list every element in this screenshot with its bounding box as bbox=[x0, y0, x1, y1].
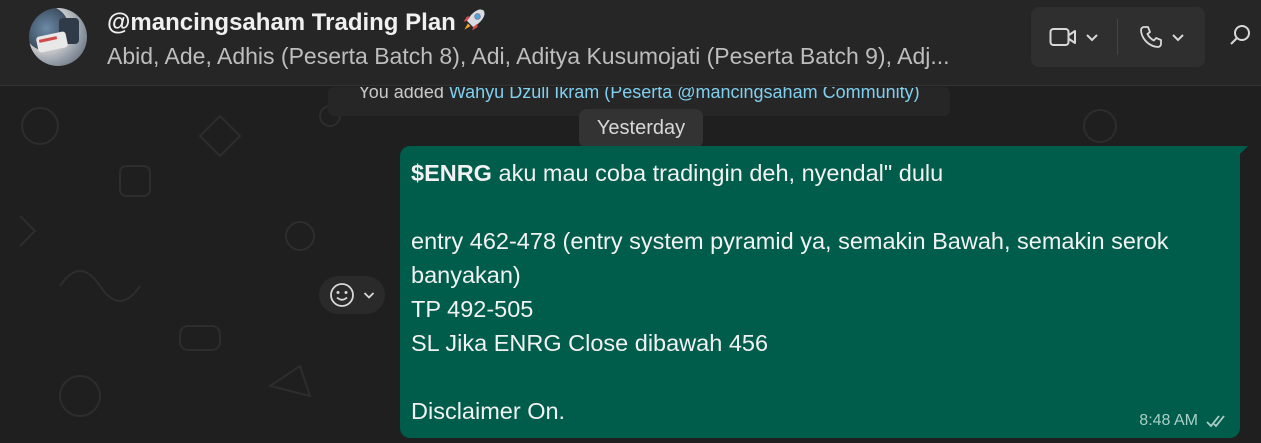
search-icon bbox=[1230, 25, 1250, 45]
system-notice-prefix: You added bbox=[358, 87, 449, 102]
chevron-down-icon bbox=[363, 292, 375, 299]
phone-icon bbox=[1140, 26, 1162, 48]
chat-header: @mancingsaham Trading Plan Abid, Ade, Ad… bbox=[0, 0, 1261, 86]
call-divider bbox=[1117, 19, 1118, 55]
reaction-button[interactable] bbox=[319, 276, 385, 314]
group-avatar[interactable] bbox=[29, 8, 87, 66]
chevron-down-icon bbox=[1172, 34, 1184, 42]
call-controls bbox=[1031, 7, 1205, 67]
date-divider: Yesterday bbox=[579, 109, 703, 148]
video-camera-icon bbox=[1049, 28, 1076, 46]
video-call-button[interactable] bbox=[1031, 7, 1117, 67]
message-time: 8:48 AM bbox=[1139, 412, 1198, 429]
chat-title[interactable]: @mancingsaham Trading Plan bbox=[107, 6, 488, 37]
message-line: SL Jika ENRG Close dibawah 456 bbox=[411, 330, 769, 356]
chat-title-text: @mancingsaham Trading Plan bbox=[107, 9, 456, 36]
voice-call-button[interactable] bbox=[1119, 7, 1205, 67]
double-check-icon bbox=[1206, 415, 1225, 428]
added-member-link[interactable]: Wahyu Dzull Ikram (Peserta @mancingsaham… bbox=[449, 87, 920, 102]
group-members[interactable]: Abid, Ade, Adhis (Peserta Batch 8), Adi,… bbox=[107, 43, 1022, 70]
message-line: $ENRG aku mau coba tradingin deh, nyenda… bbox=[411, 156, 1228, 190]
search-button[interactable] bbox=[1225, 20, 1255, 50]
message-meta: 8:48 AM bbox=[1139, 412, 1228, 430]
message-line: Disclaimer On. bbox=[411, 398, 566, 424]
rocket-icon bbox=[463, 9, 485, 31]
message-line: TP 492-505 bbox=[411, 296, 534, 322]
message-line: banyakan) bbox=[411, 262, 521, 288]
smiley-icon bbox=[330, 283, 354, 307]
message-ticker: $ENRG bbox=[411, 160, 492, 186]
chevron-down-icon bbox=[1086, 34, 1098, 42]
message-line: entry 462-478 (entry system pyramid ya, … bbox=[411, 228, 1169, 254]
message-text: aku mau coba tradingin deh, nyendal" dul… bbox=[491, 160, 944, 186]
outgoing-message[interactable]: $ENRG aku mau coba tradingin deh, nyenda… bbox=[400, 146, 1240, 438]
